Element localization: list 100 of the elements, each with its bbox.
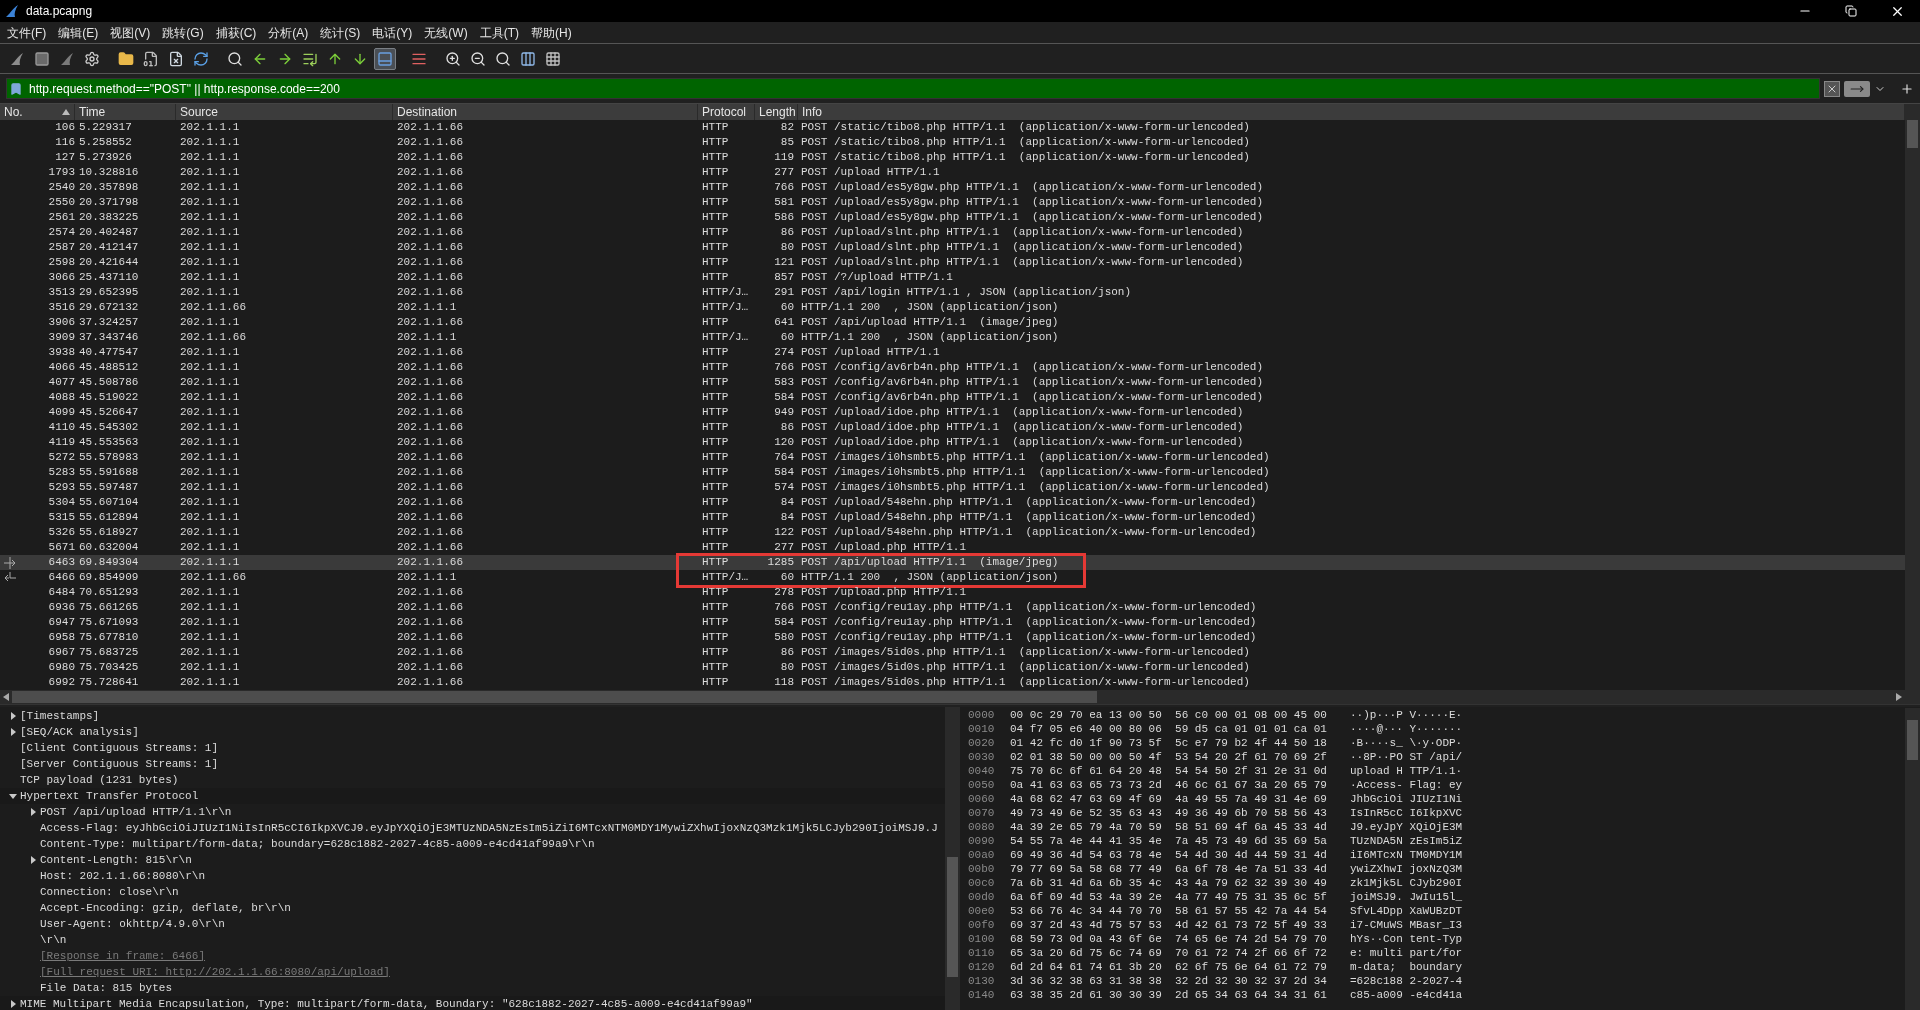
menu-item[interactable]: 文件(F) <box>2 23 52 42</box>
packet-row[interactable]: 4066 45.488512 202.1.1.1 202.1.1.66 HTTP 766 POST /config/av6rb4n.php HTTP/1.1 (application/x-www-form-urlencoded) <box>0 360 1905 375</box>
menu-item[interactable]: 跳转(G) <box>157 23 209 42</box>
packet-row[interactable]: 2561 20.383225 202.1.1.1 202.1.1.66 HTTP 586 POST /upload/es5y8gw.php HTTP/1.1 (application/x-www-form-urlencoded) <box>0 210 1905 225</box>
menu-item[interactable]: 电话(Y) <box>367 23 418 42</box>
packet-row[interactable]: 6967 75.683725 202.1.1.1 202.1.1.66 HTTP 86 POST /images/5id0s.php HTTP/1.1 (application/x-www-form-urlencoded) <box>0 645 1905 660</box>
frame-link[interactable]: [Response in frame: 6466] <box>40 947 206 965</box>
packet-row[interactable]: 2587 20.412147 202.1.1.1 202.1.1.66 HTTP 80 POST /upload/slnt.php HTTP/1.1 (application/x-www-form-urlencoded) <box>0 240 1905 255</box>
packet-row[interactable]: 5671 60.632004 202.1.1.1 202.1.1.66 HTTP 277 POST /upload.php HTTP/1.1 <box>0 540 1905 555</box>
ascii-bytes: c85-a009 -e4cd41a <box>1350 987 1463 1003</box>
packet-row[interactable]: 1793 10.328816 202.1.1.1 202.1.1.66 HTTP 277 POST /upload HTTP/1.1 <box>0 165 1905 180</box>
column-header[interactable]: Length <box>755 104 798 120</box>
packet-row[interactable]: 3938 40.477547 202.1.1.1 202.1.1.66 HTTP 274 POST /upload HTTP/1.1 <box>0 345 1905 360</box>
settings-icon <box>84 50 100 67</box>
table-cell: 5.229317 <box>79 121 132 134</box>
table-cell-text: 6947 <box>48 615 75 631</box>
collapsed-arrow-icon[interactable] <box>9 1000 17 1008</box>
collapsed-arrow-icon[interactable] <box>9 728 17 736</box>
packet-row[interactable]: 6958 75.677810 202.1.1.1 202.1.1.66 HTTP 580 POST /config/reu1ay.php HTTP/1.1 (application/x-www-form-urlencoded) <box>0 630 1905 645</box>
file-icon <box>143 50 159 67</box>
apply-filter-button[interactable] <box>1844 80 1870 97</box>
table-cell: 202.1.1.1 <box>180 511 240 524</box>
column-header[interactable]: Destination <box>393 104 698 120</box>
menu-item[interactable]: 编辑(E) <box>53 23 104 42</box>
clear-filter-button[interactable] <box>1824 80 1840 97</box>
grid-icon <box>545 50 561 67</box>
packet-row[interactable]: 2574 20.402487 202.1.1.1 202.1.1.66 HTTP 86 POST /upload/slnt.php HTTP/1.1 (application/x-www-form-urlencoded) <box>0 225 1905 240</box>
scrollbar-thumb[interactable] <box>1907 120 1918 148</box>
column-header[interactable]: Source <box>176 104 393 120</box>
packet-row[interactable]: 4110 45.545302 202.1.1.1 202.1.1.66 HTTP 86 POST /upload/idoe.php HTTP/1.1 (application/x-www-form-urlencoded) <box>0 420 1905 435</box>
packet-row[interactable]: 5315 55.612894 202.1.1.1 202.1.1.66 HTTP 84 POST /upload/548ehn.php HTTP/1.1 (application/x-www-form-urlencoded) <box>0 510 1905 525</box>
menu-item[interactable]: 帮助(H) <box>526 23 577 42</box>
packet-row[interactable]: 6947 75.671093 202.1.1.1 202.1.1.66 HTTP 584 POST /config/reu1ay.php HTTP/1.1 (application/x-www-form-urlencoded) <box>0 615 1905 630</box>
ascii-bytes: ····@··· Y······· <box>1350 721 1463 737</box>
table-cell: 202.1.1.66 <box>397 121 463 134</box>
menu-item[interactable]: 捕获(C) <box>210 23 262 42</box>
display-filter-field[interactable]: http.request.method=="POST" || http.response.code==200 <box>6 78 1820 99</box>
table-cell: 277 <box>774 541 794 554</box>
packet-row[interactable]: 6992 75.728641 202.1.1.1 202.1.1.66 HTTP 118 POST /images/5id0s.php HTTP/1.1 (application/x-www-form-urlencoded) <box>0 675 1905 690</box>
scrollbar-thumb[interactable] <box>12 691 1097 703</box>
ascii-bytes: upload H TTP/1.1· <box>1350 763 1463 779</box>
packet-row[interactable]: 4088 45.519022 202.1.1.1 202.1.1.66 HTTP 584 POST /config/av6rb4n.php HTTP/1.1 (application/x-www-form-urlencoded) <box>0 390 1905 405</box>
packet-row[interactable]: 2540 20.357898 202.1.1.1 202.1.1.66 HTTP 766 POST /upload/es5y8gw.php HTTP/1.1 (application/x-www-form-urlencoded) <box>0 180 1905 195</box>
packet-row[interactable]: 4119 45.553563 202.1.1.1 202.1.1.66 HTTP 120 POST /upload/idoe.php HTTP/1.1 (application/x-www-form-urlencoded) <box>0 435 1905 450</box>
expanded-arrow-icon[interactable] <box>9 792 17 800</box>
packet-row[interactable]: 3516 29.672132 202.1.1.66 202.1.1.1 HTTP/J… 60 HTTP/1.1 200 , JSON (application/json) <box>0 300 1905 315</box>
ascii-bytes: IsInR5cC I6IkpXVC <box>1350 805 1463 821</box>
bookmark-icon[interactable] <box>9 81 23 96</box>
table-cell-text: 4077 <box>48 375 75 391</box>
packet-row[interactable]: 6980 75.703425 202.1.1.1 202.1.1.66 HTTP 80 POST /images/5id0s.php HTTP/1.1 (application/x-www-form-urlencoded) <box>0 660 1905 675</box>
reload-icon <box>193 50 209 67</box>
vertical-scrollbar[interactable] <box>1905 104 1920 704</box>
table-cell-text: 3938 <box>48 345 75 361</box>
scrollbar-thumb[interactable] <box>947 857 958 977</box>
packet-row[interactable]: 3909 37.343746 202.1.1.66 202.1.1.1 HTTP/J… 60 HTTP/1.1 200 , JSON (application/json) <box>0 330 1905 345</box>
menu-item[interactable]: 分析(A) <box>263 23 314 42</box>
frame-link[interactable]: [Full request URI: http://202.1.1.66:8080/api/upload] <box>40 963 390 981</box>
menu-item[interactable]: 视图(V) <box>105 23 156 42</box>
packet-row[interactable]: 6466 69.854909 202.1.1.66 202.1.1.1 HTTP/J… 60 HTTP/1.1 200 , JSON (application/json) <box>0 570 1905 585</box>
scroll-left-icon[interactable] <box>3 693 9 701</box>
horizontal-scrollbar[interactable] <box>0 690 1905 704</box>
packet-row[interactable]: 3906 37.324257 202.1.1.1 202.1.1.66 HTTP 641 POST /api/upload HTTP/1.1 (image/jpeg) <box>0 315 1905 330</box>
table-cell-text: 2540 <box>48 180 75 196</box>
menu-item[interactable]: 统计(S) <box>315 23 366 42</box>
menu-item[interactable]: 无线(W) <box>419 23 473 42</box>
packet-row[interactable]: 6936 75.661265 202.1.1.1 202.1.1.66 HTTP 766 POST /config/reu1ay.php HTTP/1.1 (application/x-www-form-urlencoded) <box>0 600 1905 615</box>
column-header[interactable]: Protocol <box>698 104 755 120</box>
table-cell: POST /upload/idoe.php HTTP/1.1 (application/x-www-form-urlencoded) <box>801 406 1244 419</box>
collapsed-arrow-icon[interactable] <box>29 856 37 864</box>
packet-row[interactable]: 5272 55.578983 202.1.1.1 202.1.1.66 HTTP 764 POST /images/i0hsmbt5.php HTTP/1.1 (application/x-www-form-urlencoded) <box>0 450 1905 465</box>
collapsed-arrow-icon[interactable] <box>29 808 37 816</box>
table-cell: 202.1.1.66 <box>397 181 463 194</box>
table-cell: 45.545302 <box>79 421 139 434</box>
column-header[interactable]: No. <box>0 104 75 120</box>
add-filter-icon[interactable] <box>1900 81 1914 96</box>
packet-row[interactable]: 3066 25.437110 202.1.1.1 202.1.1.66 HTTP 857 POST /?/upload HTTP/1.1 <box>0 270 1905 285</box>
menu-item[interactable]: 工具(T) <box>474 23 524 42</box>
packet-row[interactable]: 6463 69.849304 202.1.1.1 202.1.1.66 HTTP 1285 POST /api/upload HTTP/1.1 (image/jpeg) <box>0 555 1905 570</box>
ascii-bytes: ··)p···P V·····E· <box>1350 707 1463 723</box>
packet-row[interactable]: 5293 55.597487 202.1.1.1 202.1.1.66 HTTP 574 POST /images/i0hsmbt5.php HTTP/1.1 (application/x-www-form-urlencoded) <box>0 480 1905 495</box>
packet-row[interactable]: 106 5.229317 202.1.1.1 202.1.1.66 HTTP 82 POST /static/tibo8.php HTTP/1.1 (application/x-www-form-urlencoded) <box>0 120 1905 135</box>
ascii-bytes: JhbGciOi JIUzI1Ni <box>1350 791 1463 807</box>
packet-row[interactable]: 4099 45.526647 202.1.1.1 202.1.1.66 HTTP 949 POST /upload/idoe.php HTTP/1.1 (application/x-www-form-urlencoded) <box>0 405 1905 420</box>
packet-row[interactable]: 116 5.258552 202.1.1.1 202.1.1.66 HTTP 85 POST /static/tibo8.php HTTP/1.1 (application/x-www-form-urlencoded) <box>0 135 1905 150</box>
packet-row[interactable]: 6484 70.651293 202.1.1.1 202.1.1.66 HTTP 278 POST /upload.php HTTP/1.1 <box>0 585 1905 600</box>
scrollbar-thumb[interactable] <box>1907 720 1918 760</box>
packet-row[interactable]: 5326 55.618927 202.1.1.1 202.1.1.66 HTTP 122 POST /upload/548ehn.php HTTP/1.1 (application/x-www-form-urlencoded) <box>0 525 1905 540</box>
scroll-right-icon[interactable] <box>1896 693 1902 701</box>
packet-row[interactable]: 2598 20.421644 202.1.1.1 202.1.1.66 HTTP 121 POST /upload/slnt.php HTTP/1.1 (application/x-www-form-urlencoded) <box>0 255 1905 270</box>
table-cell: 60.632004 <box>79 541 139 554</box>
vertical-scrollbar[interactable] <box>945 707 960 1010</box>
vertical-scrollbar[interactable] <box>1905 708 1920 1010</box>
column-header[interactable]: Time <box>75 104 176 120</box>
packet-row[interactable]: 4077 45.508786 202.1.1.1 202.1.1.66 HTTP 583 POST /config/av6rb4n.php HTTP/1.1 (application/x-www-form-urlencoded) <box>0 375 1905 390</box>
packet-row[interactable]: 127 5.273926 202.1.1.1 202.1.1.66 HTTP 119 POST /static/tibo8.php HTTP/1.1 (application/x-www-form-urlencoded) <box>0 150 1905 165</box>
packet-row[interactable]: 3513 29.652395 202.1.1.1 202.1.1.66 HTTP/J… 291 POST /api/login HTTP/1.1 , JSON (application/json) <box>0 285 1905 300</box>
packet-row[interactable]: 5304 55.607104 202.1.1.1 202.1.1.66 HTTP 84 POST /upload/548ehn.php HTTP/1.1 (application/x-www-form-urlencoded) <box>0 495 1905 510</box>
packet-row[interactable]: 2550 20.371798 202.1.1.1 202.1.1.66 HTTP 581 POST /upload/es5y8gw.php HTTP/1.1 (application/x-www-form-urlencoded) <box>0 195 1905 210</box>
packet-row[interactable]: 5283 55.591688 202.1.1.1 202.1.1.66 HTTP 584 POST /images/i0hsmbt5.php HTTP/1.1 (application/x-www-form-urlencoded) <box>0 465 1905 480</box>
collapsed-arrow-icon[interactable] <box>9 712 17 720</box>
